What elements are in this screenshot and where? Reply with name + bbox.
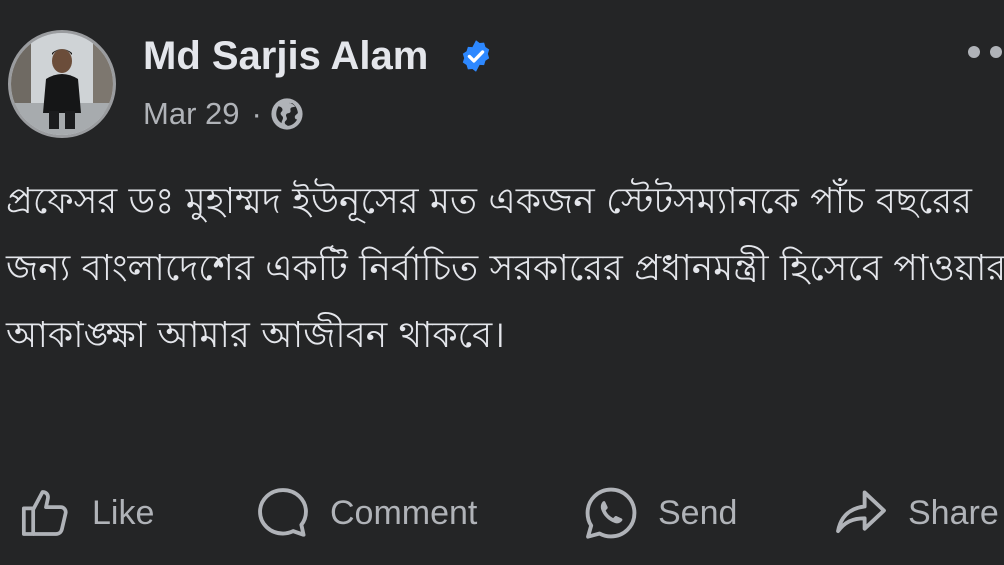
like-button[interactable]: Like bbox=[18, 478, 154, 548]
author-name[interactable]: Md Sarjis Alam bbox=[143, 30, 428, 82]
author-avatar[interactable] bbox=[8, 30, 116, 138]
post-body-text: প্রফেসর ডঃ মুহাম্মদ ইউনূসের মত একজন স্টে… bbox=[6, 181, 1004, 356]
like-label: Like bbox=[92, 493, 155, 532]
meta-separator: · bbox=[251, 96, 262, 131]
comment-label: Comment bbox=[330, 493, 478, 532]
facebook-post: Md Sarjis Alam Mar 29 · প্রফেসর ডঃ মুহাম… bbox=[0, 0, 1004, 565]
send-button[interactable]: Send bbox=[582, 478, 737, 548]
globe-icon[interactable] bbox=[270, 97, 304, 131]
share-label: Share bbox=[908, 493, 999, 532]
verified-badge-icon bbox=[462, 40, 490, 72]
post-meta: Mar 29 · bbox=[143, 92, 304, 136]
avatar-photo bbox=[11, 33, 113, 135]
more-options-icon[interactable] bbox=[968, 40, 1004, 64]
post-date[interactable]: Mar 29 bbox=[143, 96, 239, 132]
comment-bubble-icon bbox=[258, 488, 308, 537]
comment-button[interactable]: Comment bbox=[254, 478, 477, 548]
share-arrow-icon bbox=[836, 490, 886, 534]
send-label: Send bbox=[658, 493, 738, 532]
post-action-bar: Like Comment Send Share bbox=[0, 478, 1004, 548]
whatsapp-icon bbox=[585, 487, 637, 539]
share-button[interactable]: Share bbox=[832, 478, 999, 548]
thumbs-up-icon bbox=[21, 490, 68, 536]
